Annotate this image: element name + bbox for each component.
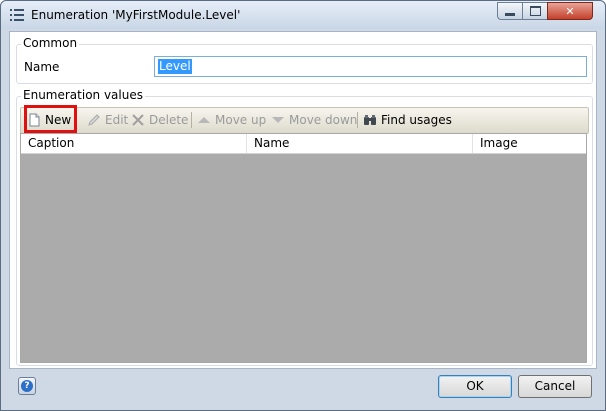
ok-button[interactable]: OK [438,375,512,398]
maximize-icon [529,6,541,16]
delete-button-label: Delete [149,113,189,127]
enumeration-toolbar: New Edit Delete Move up Move down Find u… [20,105,589,134]
name-label: Name [24,60,60,74]
window-title: Enumeration 'MyFirstModule.Level' [31,8,241,22]
name-field[interactable]: Level [154,56,587,77]
new-button-highlight [24,105,77,133]
close-icon: ✕ [565,4,575,18]
column-header-image[interactable]: Image [473,134,586,153]
binoculars-icon [364,115,376,125]
maximize-button[interactable] [522,2,548,20]
arrow-up-icon [198,117,210,123]
dialog-window: Enumeration 'MyFirstModule.Level' ✕ Comm… [0,0,606,411]
help-button[interactable]: ? [18,377,36,395]
list-icon [10,9,24,21]
delete-button[interactable]: Delete [131,112,188,128]
move-up-button[interactable]: Move up [197,112,266,128]
enumeration-values-table[interactable]: Caption Name Image [20,133,587,363]
close-button[interactable]: ✕ [547,2,593,20]
find-usages-button[interactable]: Find usages [363,112,452,128]
enumeration-values-label: Enumeration values [21,88,145,102]
common-group-label: Common [21,36,80,50]
move-down-label: Move down [289,113,358,127]
edit-pencil-icon [88,114,100,126]
edit-button[interactable]: Edit [87,112,128,128]
column-header-caption[interactable]: Caption [21,134,247,153]
minimize-button[interactable] [497,2,523,20]
delete-x-icon [132,114,144,126]
cancel-button[interactable]: Cancel [518,375,592,398]
edit-button-label: Edit [105,113,129,127]
toolbar-separator [191,112,192,128]
dialog-content: Common Name Level Enumeration values New… [9,31,597,369]
move-down-button[interactable]: Move down [271,112,357,128]
name-field-value: Level [158,59,192,74]
toolbar-separator [357,112,358,128]
help-icon: ? [21,380,33,392]
minimize-icon [505,12,515,16]
arrow-down-icon [272,117,284,123]
column-header-name[interactable]: Name [247,134,473,153]
find-usages-label: Find usages [381,113,452,127]
move-up-label: Move up [215,113,267,127]
table-header: Caption Name Image [21,134,586,154]
title-bar[interactable]: Enumeration 'MyFirstModule.Level' ✕ [1,1,605,29]
